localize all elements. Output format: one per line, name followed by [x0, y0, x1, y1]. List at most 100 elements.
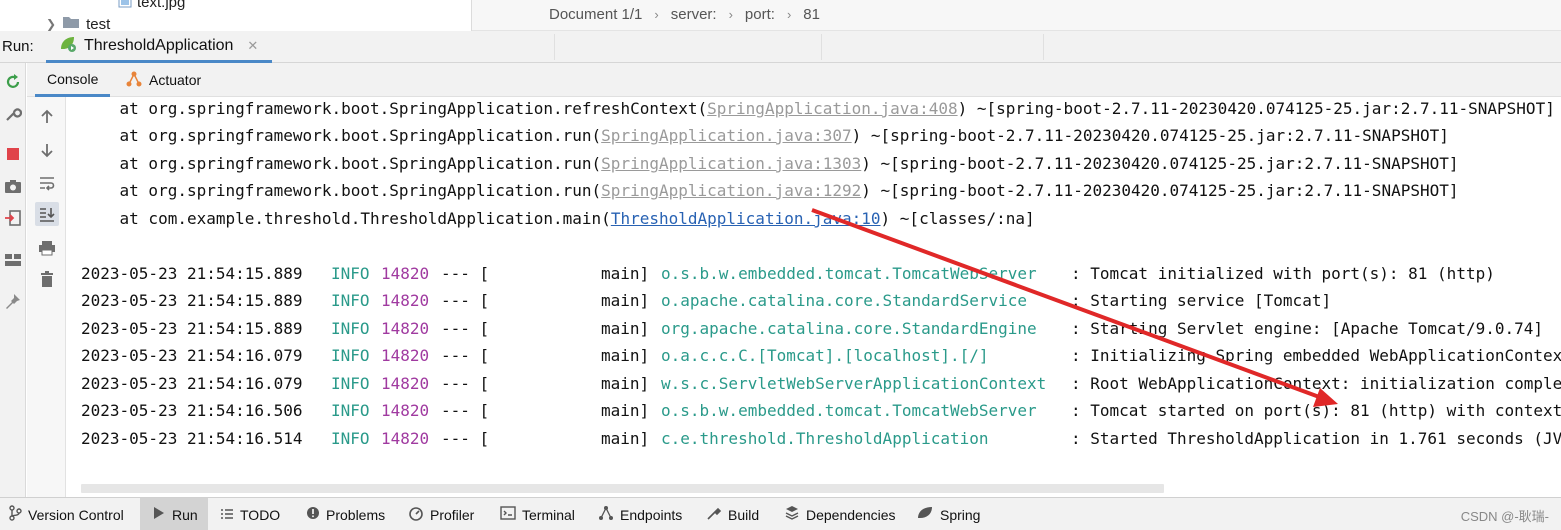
stack-trace-line: at org.springframework.boot.SpringApplic…	[81, 125, 1449, 147]
tab-version-control[interactable]: Version Control	[8, 498, 124, 530]
print-icon[interactable]	[35, 236, 59, 260]
log-timestamp: 2023-05-23 21:54:16.079	[81, 374, 303, 393]
source-link[interactable]: SpringApplication.java:408	[707, 99, 957, 118]
log-thread: main]	[601, 319, 650, 338]
tab-console-label: Console	[47, 70, 99, 87]
console-tab-strip: Console Actuator	[27, 63, 1561, 97]
run-config-tab-label: ThresholdApplication	[84, 36, 234, 54]
build-icon	[706, 505, 722, 524]
arrow-up-icon[interactable]	[35, 105, 59, 129]
source-link[interactable]: ThresholdApplication.java:10	[611, 209, 881, 228]
console-output[interactable]: at org.springframework.boot.SpringApplic…	[67, 97, 1561, 497]
log-message: : Started ThresholdApplication in 1.761 …	[1071, 429, 1561, 448]
tab-dependencies[interactable]: Dependencies	[784, 498, 896, 530]
horizontal-scrollbar[interactable]	[81, 484, 1164, 493]
log-line: 2023-05-23 21:54:15.889 INFO 14820 --- […	[81, 318, 1561, 340]
log-logger: o.a.c.c.C.[Tomcat].[localhost].[/]	[661, 346, 989, 365]
tab-build[interactable]: Build	[706, 498, 759, 530]
camera-icon[interactable]	[3, 176, 23, 196]
tab-label: Endpoints	[620, 506, 683, 523]
stack-trace-line: at com.example.threshold.ThresholdApplic…	[81, 208, 1035, 230]
log-message: : Starting service [Tomcat]	[1071, 291, 1332, 310]
stack-frame-text: at org.springframework.boot.SpringApplic…	[119, 126, 602, 145]
tab-label: Profiler	[430, 506, 475, 523]
run-icon	[152, 506, 166, 523]
log-level: INFO	[331, 346, 370, 365]
tab-actuator-label: Actuator	[149, 72, 202, 88]
trash-icon[interactable]	[35, 267, 59, 291]
spring-icon	[916, 506, 934, 523]
stack-frame-text: at com.example.threshold.ThresholdApplic…	[119, 209, 611, 228]
log-level: INFO	[331, 429, 370, 448]
run-actions-toolbar	[0, 63, 26, 497]
breadcrumb-item[interactable]: port:	[745, 6, 775, 23]
tab-run[interactable]: Run	[140, 498, 208, 530]
breadcrumb-item[interactable]: server:	[671, 6, 717, 23]
tab-console[interactable]: Console	[35, 63, 111, 97]
wrench-icon[interactable]	[3, 104, 23, 124]
tab-label: Dependencies	[806, 506, 896, 523]
log-line: 2023-05-23 21:54:16.514 INFO 14820 --- […	[81, 428, 1561, 450]
log-thread: main]	[601, 401, 650, 420]
log-pid: 14820	[381, 264, 430, 283]
tab-spring[interactable]: Spring	[916, 498, 980, 530]
tab-label: Version Control	[28, 506, 124, 523]
log-message: : Tomcat initialized with port(s): 81 (h…	[1071, 264, 1495, 283]
tree-item-folder[interactable]: ❯ test	[46, 15, 111, 32]
tab-label: Terminal	[522, 506, 575, 523]
editor-top-strip: text.jpg ❯ test Document 1/1 › server: ›…	[0, 0, 1561, 31]
close-icon[interactable]: ✕	[247, 38, 258, 54]
pin-icon[interactable]	[3, 291, 23, 311]
chevron-right-icon: ›	[728, 7, 733, 22]
source-link[interactable]: SpringApplication.java:307	[601, 126, 851, 145]
log-timestamp: 2023-05-23 21:54:15.889	[81, 264, 303, 283]
tab-profiler[interactable]: Profiler	[408, 498, 474, 530]
tab-actuator[interactable]: Actuator	[125, 63, 201, 97]
chevron-right-icon[interactable]: ❯	[46, 17, 56, 31]
log-logger: w.s.c.ServletWebServerApplicationContext	[661, 374, 1047, 393]
image-file-icon	[118, 0, 132, 12]
source-link[interactable]: SpringApplication.java:1303	[601, 154, 861, 173]
arrow-down-icon[interactable]	[35, 138, 59, 162]
rerun-icon[interactable]	[3, 72, 23, 92]
tab-label: TODO	[240, 506, 281, 523]
log-thread: main]	[601, 346, 650, 365]
run-config-tab[interactable]: ThresholdApplication ✕	[46, 31, 272, 63]
log-separator: --- [	[441, 319, 490, 338]
log-level: INFO	[331, 264, 370, 283]
log-level: INFO	[331, 374, 370, 393]
layout-icon[interactable]	[3, 250, 23, 270]
log-line: 2023-05-23 21:54:16.079 INFO 14820 --- […	[81, 345, 1561, 367]
source-link[interactable]: SpringApplication.java:1292	[601, 181, 861, 200]
stack-frame-jar: ) ~[spring-boot-2.7.11-20230420.074125-2…	[861, 154, 1459, 173]
tab-endpoints[interactable]: Endpoints	[598, 498, 682, 530]
log-timestamp: 2023-05-23 21:54:16.506	[81, 401, 303, 420]
log-message: : Root WebApplicationContext: initializa…	[1071, 374, 1561, 393]
stack-frame-jar: ) ~[spring-boot-2.7.11-20230420.074125-2…	[851, 126, 1449, 145]
log-message: : Starting Servlet engine: [Apache Tomca…	[1071, 319, 1544, 338]
tab-terminal[interactable]: Terminal	[500, 498, 575, 530]
soft-wrap-icon[interactable]	[35, 171, 59, 195]
exit-icon[interactable]	[3, 208, 23, 228]
stack-frame-jar: ) ~[classes/:na]	[880, 209, 1035, 228]
project-tree-panel: text.jpg ❯ test	[0, 0, 472, 31]
stop-icon[interactable]	[3, 144, 23, 164]
watermark: CSDN @-耿瑞-	[1460, 509, 1549, 524]
scroll-to-end-icon[interactable]	[35, 202, 59, 226]
tab-label: Build	[728, 506, 760, 523]
tab-problems[interactable]: Problems	[306, 498, 385, 530]
stack-frame-text: at org.springframework.boot.SpringApplic…	[119, 99, 708, 118]
log-pid: 14820	[381, 319, 430, 338]
dependencies-icon	[784, 505, 800, 524]
log-separator: --- [	[441, 264, 490, 283]
breadcrumb-item[interactable]: Document 1/1	[549, 6, 642, 23]
divider	[554, 34, 555, 60]
tab-todo[interactable]: TODO	[220, 498, 280, 530]
log-line: 2023-05-23 21:54:15.889 INFO 14820 --- […	[81, 290, 1561, 312]
log-thread: main]	[601, 291, 650, 310]
tree-item-file[interactable]: text.jpg	[118, 0, 185, 12]
tree-item-folder-label: test	[86, 15, 111, 32]
log-thread: main]	[601, 264, 650, 283]
breadcrumb-item[interactable]: 81	[803, 6, 820, 23]
terminal-icon	[500, 506, 516, 523]
